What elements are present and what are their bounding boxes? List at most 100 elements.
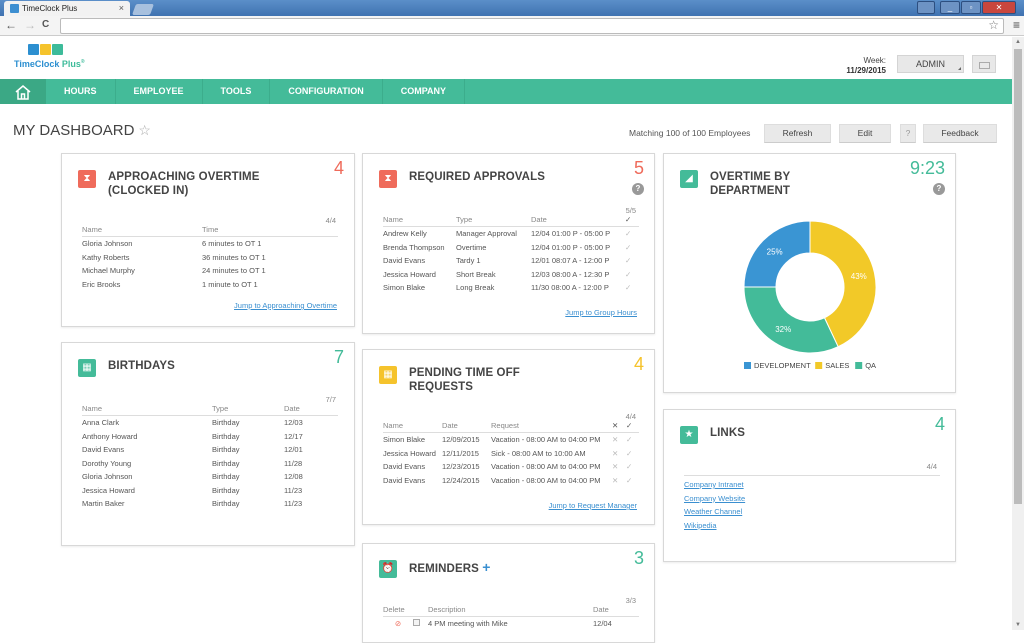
approve-icon[interactable]: ✓ [625, 229, 631, 238]
overtime-count: 4 [333, 158, 344, 178]
approve-icon[interactable]: ✓ [626, 449, 632, 458]
table-row[interactable]: Kathy Roberts 36 minutes to OT 1 [82, 251, 338, 265]
nav-configuration[interactable]: CONFIGURATION [270, 79, 383, 104]
envelope-icon [978, 62, 990, 69]
week-date[interactable]: 11/29/2015 [820, 66, 886, 76]
hourglass-icon: ⧗ [379, 170, 397, 188]
reload-icon[interactable]: C [42, 19, 49, 30]
table-row[interactable]: Martin Baker Birthday 11/23 [82, 497, 338, 511]
table-row[interactable]: David Evans 12/23/2015 Vacation - 08:00 AM… [383, 460, 639, 474]
legend-label[interactable]: QA [865, 361, 876, 370]
window-titlebar: TimeClock Plus × _ ▫ ✕ [0, 0, 1024, 16]
approve-icon[interactable]: ✓ [625, 256, 631, 265]
approve-icon[interactable]: ✓ [625, 283, 631, 292]
jump-approaching-overtime-link[interactable]: Jump to Approaching Overtime [234, 301, 337, 310]
maximize-button[interactable]: ▫ [961, 1, 981, 14]
tab-close-icon[interactable]: × [119, 3, 124, 13]
reminders-table: Delete Description Date ⊘ 4 PM meeting wit… [383, 604, 639, 631]
approve-all-icon[interactable]: ✓ [626, 421, 632, 430]
deny-icon[interactable]: ✕ [612, 435, 626, 444]
forward-icon[interactable]: → [24, 18, 36, 32]
table-row[interactable]: David Evans Birthday 12/01 [82, 443, 338, 457]
approve-icon[interactable]: ✓ [625, 270, 631, 279]
table-row[interactable]: Jessica Howard Birthday 11/23 [82, 484, 338, 498]
nav-employee[interactable]: EMPLOYEE [116, 79, 203, 104]
help-button[interactable]: ? [900, 124, 916, 143]
table-row[interactable]: Gloria Johnson 6 minutes to OT 1 [82, 237, 338, 251]
nav-hours[interactable]: HOURS [46, 79, 116, 104]
link-company-website[interactable]: Company Website [684, 492, 940, 506]
deny-icon[interactable]: ✕ [612, 449, 626, 458]
donut-chart: 43% 32% 25% DEVELOPMENT SALES QA [743, 220, 877, 370]
edit-button[interactable]: Edit [839, 124, 891, 143]
delete-icon[interactable]: ⊘ [383, 619, 413, 628]
legend-label[interactable]: DEVELOPMENT [754, 361, 811, 370]
favorite-star-icon[interactable]: ☆ [138, 122, 151, 138]
nav-company[interactable]: COMPANY [383, 79, 466, 104]
legend-label[interactable]: SALES [825, 361, 849, 370]
approve-icon[interactable]: ✓ [626, 476, 632, 485]
browser-tab[interactable]: TimeClock Plus × [4, 1, 130, 16]
link-wikipedia[interactable]: Wikipedia [684, 519, 940, 533]
scroll-up-icon[interactable]: ▲ [1015, 39, 1021, 45]
nav-tools[interactable]: TOOLS [203, 79, 271, 104]
add-reminder-button[interactable]: + [482, 559, 490, 575]
back-icon[interactable]: ← [5, 18, 17, 32]
feedback-button[interactable]: Feedback [923, 124, 997, 143]
table-row[interactable]: ⊘ 4 PM meeting with Mike 12/04 [383, 617, 639, 631]
page: TimeClock Plus® Week: 11/29/2015 ADMIN H… [0, 37, 1012, 643]
table-row[interactable]: Andrew Kelly Manager Approval 12/04 01:00 … [383, 227, 639, 241]
approve-icon[interactable]: ✓ [625, 243, 631, 252]
table-row[interactable]: Jessica Howard 12/11/2015 Sick - 08:00 AM … [383, 447, 639, 461]
table-row[interactable]: Simon Blake Long Break 11/30 08:00 A - 12:… [383, 281, 639, 295]
table-row[interactable]: Simon Blake 12/09/2015 Vacation - 08:00 AM… [383, 433, 639, 447]
deny-icon[interactable]: ✕ [612, 476, 626, 485]
logo[interactable]: TimeClock Plus® [14, 44, 86, 74]
link-weather-channel[interactable]: Weather Channel [684, 505, 940, 519]
card-title: PENDING TIME OFF REQUESTS [409, 367, 520, 393]
mail-button[interactable] [972, 55, 996, 73]
slice-label: 43% [851, 272, 867, 281]
browser-menu-icon[interactable]: ≡ [1013, 18, 1020, 32]
nav-home[interactable] [0, 79, 46, 104]
hourglass-icon: ⧗ [78, 170, 96, 188]
table-row[interactable]: Gloria Johnson Birthday 12/08 [82, 470, 338, 484]
reminders-card: ⏰ REMINDERS + 3 3/3 Delete Description Dat… [362, 543, 655, 643]
help-icon[interactable]: ? [632, 183, 644, 195]
admin-menu-button[interactable]: ADMIN [897, 55, 964, 73]
page-scrollbar[interactable]: ▲ ▼ [1012, 37, 1024, 630]
table-row[interactable]: Anna Clark Birthday 12/03 [82, 416, 338, 430]
time-off-count: 4 [633, 354, 644, 374]
slice-qa[interactable] [743, 286, 839, 354]
profile-icon[interactable] [917, 1, 935, 14]
approve-icon[interactable]: ✓ [626, 462, 632, 471]
scroll-thumb[interactable] [1014, 49, 1022, 504]
reminder-checkbox[interactable] [413, 619, 428, 628]
week-label: Week: [863, 56, 886, 65]
table-row[interactable]: Michael Murphy 24 minutes to OT 1 [82, 264, 338, 278]
deny-all-icon[interactable]: ✕ [612, 421, 626, 430]
jump-request-manager-link[interactable]: Jump to Request Manager [549, 501, 637, 510]
approve-icon[interactable]: ✓ [626, 435, 632, 444]
link-company-intranet[interactable]: Company Intranet [684, 478, 940, 492]
deny-icon[interactable]: ✕ [612, 462, 626, 471]
minimize-button[interactable]: _ [940, 1, 960, 14]
approvals-table: Name Type Date ✓ Andrew Kelly Manager Approv… [383, 214, 639, 295]
bookmark-star-icon[interactable]: ☆ [988, 18, 999, 32]
refresh-button[interactable]: Refresh [764, 124, 831, 143]
browser-toolbar: ← → C ☆ ≡ [0, 16, 1024, 36]
approve-all-icon[interactable]: ✓ [625, 215, 631, 224]
table-row[interactable]: David Evans Tardy 1 12/01 08:07 A - 12:00 … [383, 254, 639, 268]
table-row[interactable]: Jessica Howard Short Break 12/03 08:00 A -… [383, 268, 639, 282]
table-row[interactable]: David Evans 12/24/2015 Vacation - 08:00 AM… [383, 474, 639, 488]
close-window-button[interactable]: ✕ [982, 1, 1016, 14]
address-bar[interactable]: ☆ [60, 18, 1004, 34]
table-row[interactable]: Dorothy Young Birthday 11/28 [82, 457, 338, 471]
table-row[interactable]: Brenda Thompson Overtime 12/04 01:00 P - 0… [383, 241, 639, 255]
new-tab-button[interactable] [131, 4, 155, 15]
table-row[interactable]: Eric Brooks 1 minute to OT 1 [82, 278, 338, 292]
scroll-down-icon[interactable]: ▼ [1015, 622, 1021, 628]
jump-group-hours-link[interactable]: Jump to Group Hours [565, 308, 637, 317]
table-row[interactable]: Anthony Howard Birthday 12/17 [82, 430, 338, 444]
home-icon [15, 84, 31, 100]
